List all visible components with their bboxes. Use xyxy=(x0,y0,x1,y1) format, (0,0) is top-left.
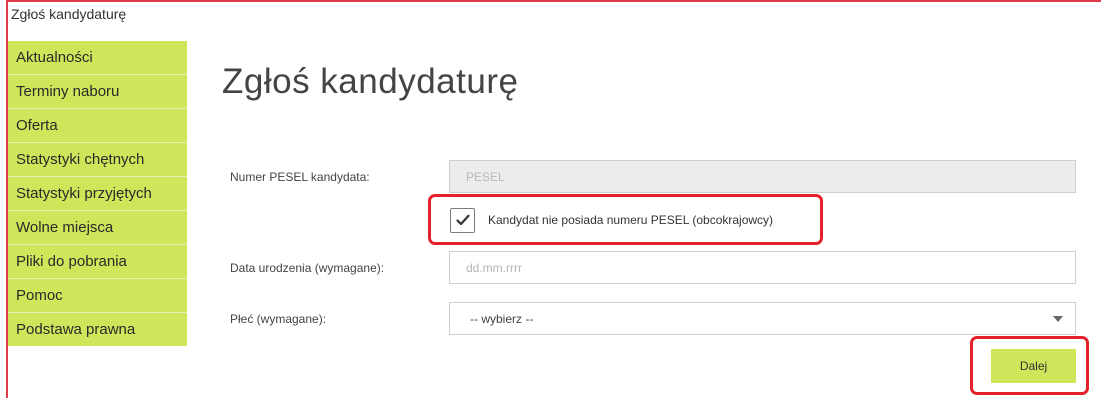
sidebar-item-label: Pliki do pobrania xyxy=(16,253,127,270)
gender-label: Płeć (wymagane): xyxy=(230,312,327,326)
birth-date-input[interactable] xyxy=(449,251,1076,284)
sidebar-item-label: Statystyki przyjętych xyxy=(16,185,152,202)
sidebar-item-label: Aktualności xyxy=(16,49,93,66)
sidebar-item-label: Statystyki chętnych xyxy=(16,151,145,168)
birth-date-label: Data urodzenia (wymagane): xyxy=(230,261,385,275)
no-pesel-checkbox-row[interactable]: Kandydat nie posiada numeru PESEL (obcok… xyxy=(450,206,773,234)
gender-select[interactable]: -- wybierz -- xyxy=(449,302,1076,335)
sidebar-item-oferta[interactable]: Oferta xyxy=(8,109,187,143)
breadcrumb-current: Zgłoś kandydaturę xyxy=(11,6,127,22)
sidebar-item-statystyki-przyjetych[interactable]: Statystyki przyjętych xyxy=(8,177,187,211)
sidebar-item-label: Pomoc xyxy=(16,287,63,304)
sidebar-item-label: Podstawa prawna xyxy=(16,321,136,338)
gender-select-value: -- wybierz -- xyxy=(470,311,534,326)
sidebar-item-label: Terminy naboru xyxy=(16,83,120,100)
pesel-input[interactable] xyxy=(449,160,1076,193)
no-pesel-checkbox[interactable] xyxy=(450,207,475,233)
checkmark-icon xyxy=(455,214,470,226)
sidebar-item-pomoc[interactable]: Pomoc xyxy=(8,279,187,313)
sidebar-item-pliki-do-pobrania[interactable]: Pliki do pobrania xyxy=(8,245,187,279)
sidebar-item-podstawa-prawna[interactable]: Podstawa prawna xyxy=(8,313,187,346)
sidebar-item-statystyki-chetnych[interactable]: Statystyki chętnych xyxy=(8,143,187,177)
chevron-down-icon xyxy=(1053,316,1063,322)
pesel-label: Numer PESEL kandydata: xyxy=(230,170,370,184)
sidebar-item-label: Wolne miejsca xyxy=(16,219,114,236)
sidebar-item-wolne-miejsca[interactable]: Wolne miejsca xyxy=(8,211,187,245)
sidebar-item-aktualnosci[interactable]: Aktualności xyxy=(8,41,187,75)
sidebar-item-terminy-naboru[interactable]: Terminy naboru xyxy=(8,75,187,109)
sidebar-item-label: Oferta xyxy=(16,117,58,134)
sidebar-nav: Aktualności Terminy naboru Oferta Statys… xyxy=(8,41,187,346)
frame-top-border xyxy=(6,0,1101,2)
page-title: Zgłoś kandydaturę xyxy=(222,62,519,101)
next-button[interactable]: Dalej xyxy=(991,349,1076,383)
no-pesel-checkbox-label: Kandydat nie posiada numeru PESEL (obcok… xyxy=(488,213,774,227)
